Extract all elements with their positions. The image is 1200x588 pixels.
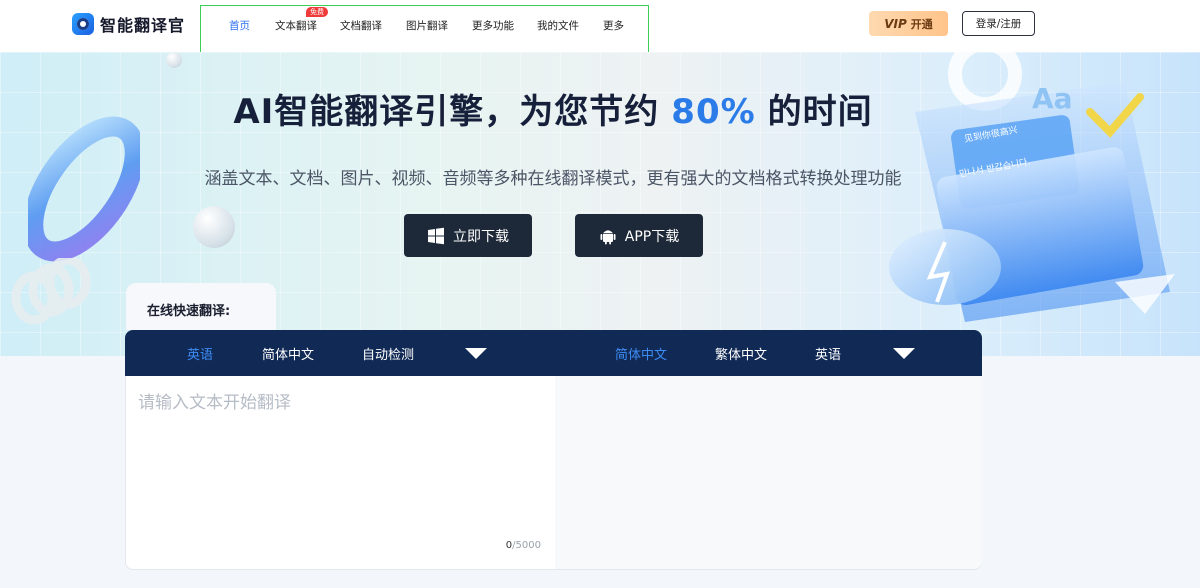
nav-item-home[interactable]: 首页 [229,18,250,33]
character-count-max: /5000 [512,540,541,551]
sphere-decoration [193,206,235,248]
source-lang-english[interactable]: 英语 [187,344,213,363]
app-download-button[interactable]: APP下载 [575,214,703,257]
top-header: 智能翻译官 首页 文本翻译 文档翻译 图片翻译 更多功能 我的文件 更多 免费 … [0,0,1200,58]
nav-item-image-translate[interactable]: 图片翻译 [406,18,448,33]
windows-download-button[interactable]: 立即下载 [404,214,532,257]
vip-open-label: 开通 [910,17,933,31]
logo-icon [72,13,94,35]
android-icon [600,229,616,244]
windows-download-label: 立即下载 [453,228,509,245]
hero-title: AI智能翻译引擎，为您节约 80% 的时间 [0,84,1106,133]
source-text-area: 0/5000 [126,376,555,569]
source-lang-dropdown-icon[interactable] [465,348,487,359]
hero-title-prefix: AI智能翻译引擎，为您节约 [233,92,660,132]
quick-translate-label: 在线快速翻译: [147,304,231,319]
hero-subtitle: 涵盖文本、文档、图片、视频、音频等多种在线翻译模式，更有强大的文档格式转换处理功… [204,169,902,189]
hero-title-accent: 80% [671,92,756,132]
source-lang-simplified-chinese[interactable]: 简体中文 [262,344,314,363]
logo-text: 智能翻译官 [100,16,186,35]
vip-label: VIP [884,16,907,31]
nav-item-text-translate[interactable]: 文本翻译 [275,18,317,33]
source-lang-auto-detect[interactable]: 自动检测 [362,344,414,363]
vip-open-button[interactable]: VIP 开通 [869,11,948,36]
free-badge: 免费 [306,7,328,17]
nav-item-more[interactable]: 更多 [603,18,624,33]
logo[interactable]: 智能翻译官 [72,12,185,36]
target-lang-dropdown-icon[interactable] [893,348,915,359]
hero-title-suffix: 的时间 [767,92,873,132]
translation-result-area [555,376,982,569]
character-counter: 0/5000 [506,540,541,551]
small-sphere-decoration [166,52,182,68]
windows-icon [428,227,444,244]
nav-item-document-translate[interactable]: 文档翻译 [340,18,382,33]
target-lang-english[interactable]: 英语 [815,344,841,363]
nav-item-my-files[interactable]: 我的文件 [537,18,579,33]
translate-panel: 0/5000 [125,376,982,570]
nav-item-more-features[interactable]: 更多功能 [472,18,514,33]
target-lang-traditional-chinese[interactable]: 繁体中文 [715,344,767,363]
main-nav: 首页 文本翻译 文档翻译 图片翻译 更多功能 我的文件 更多 [200,5,649,58]
login-register-button[interactable]: 登录/注册 [962,11,1035,36]
language-bar: 英语 简体中文 自动检测 简体中文 繁体中文 英语 [125,330,982,376]
target-lang-simplified-chinese[interactable]: 简体中文 [615,344,667,363]
source-text-input[interactable] [138,388,538,538]
spring-decoration [11,258,91,325]
app-download-label: APP下载 [624,228,680,245]
